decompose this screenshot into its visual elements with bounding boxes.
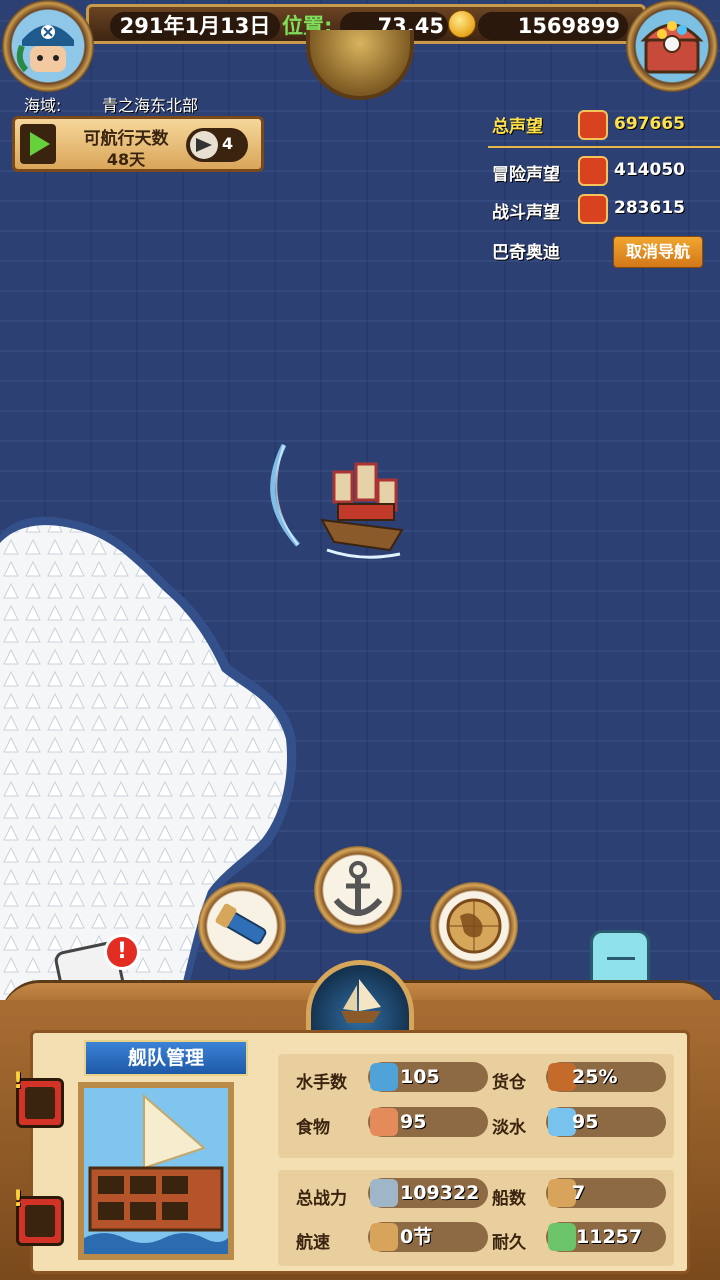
battle-rep-icon — [578, 194, 608, 224]
meat-icon — [370, 1108, 398, 1136]
region-label: 海域: — [24, 96, 62, 115]
fleet-ship-medallion[interactable] — [306, 960, 414, 1036]
auto-sail-play-button[interactable] — [20, 124, 56, 164]
player-avatar[interactable] — [2, 0, 94, 92]
gold-amount: 1569899 — [478, 12, 628, 40]
gold-coin-icon — [448, 10, 476, 38]
fleet-ship-image[interactable] — [78, 1082, 234, 1260]
battle-rep-value: 283615 — [614, 198, 685, 218]
rep-divider — [488, 146, 720, 148]
speed-boat-icon — [370, 1223, 398, 1251]
fleet-management-title[interactable]: 舰队管理 — [84, 1040, 248, 1076]
destination-name: 巴奇奥迪 — [492, 243, 560, 263]
water-label: 淡水 — [492, 1118, 526, 1138]
adventure-rep-label: 冒险声望 — [492, 165, 560, 185]
total-power-label: 总战力 — [296, 1189, 347, 1209]
total-power-value: 109322 — [400, 1182, 480, 1204]
cargo-value: 25% — [572, 1066, 618, 1088]
durability-value: 11257 — [576, 1226, 643, 1248]
battle-rep-label: 战斗声望 — [492, 203, 560, 223]
ship-wake — [262, 440, 302, 550]
cargo-label: 货仓 — [492, 1073, 526, 1093]
region-value: 青之海东北部 — [102, 96, 199, 115]
sailor-side-button[interactable]: ! — [13, 1069, 64, 1128]
game-date: 291年1月13日 — [110, 12, 280, 40]
ship-count-label: 船数 — [492, 1189, 526, 1209]
wind-direction-icon — [190, 131, 218, 159]
sail-days-value: 48天 — [106, 150, 146, 169]
sailor-count-label: 水手数 — [296, 1073, 347, 1093]
speed-value: 0节 — [400, 1226, 433, 1248]
total-rep-label: 总声望 — [492, 117, 543, 137]
sailor-count-value: 105 — [400, 1066, 440, 1088]
adventure-rep-value: 414050 — [614, 160, 685, 180]
telescope-button[interactable] — [198, 882, 286, 970]
water-value: 95 — [572, 1111, 599, 1133]
crossed-swords-icon — [370, 1179, 398, 1207]
adventure-rep-icon — [578, 156, 608, 186]
food-label: 食物 — [296, 1118, 330, 1138]
anchor-button[interactable] — [314, 846, 402, 934]
island-side-button[interactable]: ! — [13, 1187, 64, 1246]
world-map-button[interactable] — [430, 882, 518, 970]
sailor-icon — [370, 1063, 398, 1091]
durability-label: 耐久 — [492, 1233, 526, 1253]
cancel-navigation-button[interactable]: 取消导航 — [613, 236, 703, 268]
total-rep-icon — [578, 110, 608, 140]
food-value: 95 — [400, 1111, 427, 1133]
player-ship[interactable] — [312, 450, 412, 560]
repair-icon — [548, 1223, 576, 1251]
ship-count-value: 7 — [572, 1182, 586, 1204]
alert-icon[interactable]: ! — [104, 934, 140, 970]
wind-level: 4 — [222, 134, 234, 153]
treasure-chest-icon[interactable] — [626, 0, 718, 92]
total-rep-value: 697665 — [614, 114, 685, 134]
speed-label: 航速 — [296, 1233, 330, 1253]
